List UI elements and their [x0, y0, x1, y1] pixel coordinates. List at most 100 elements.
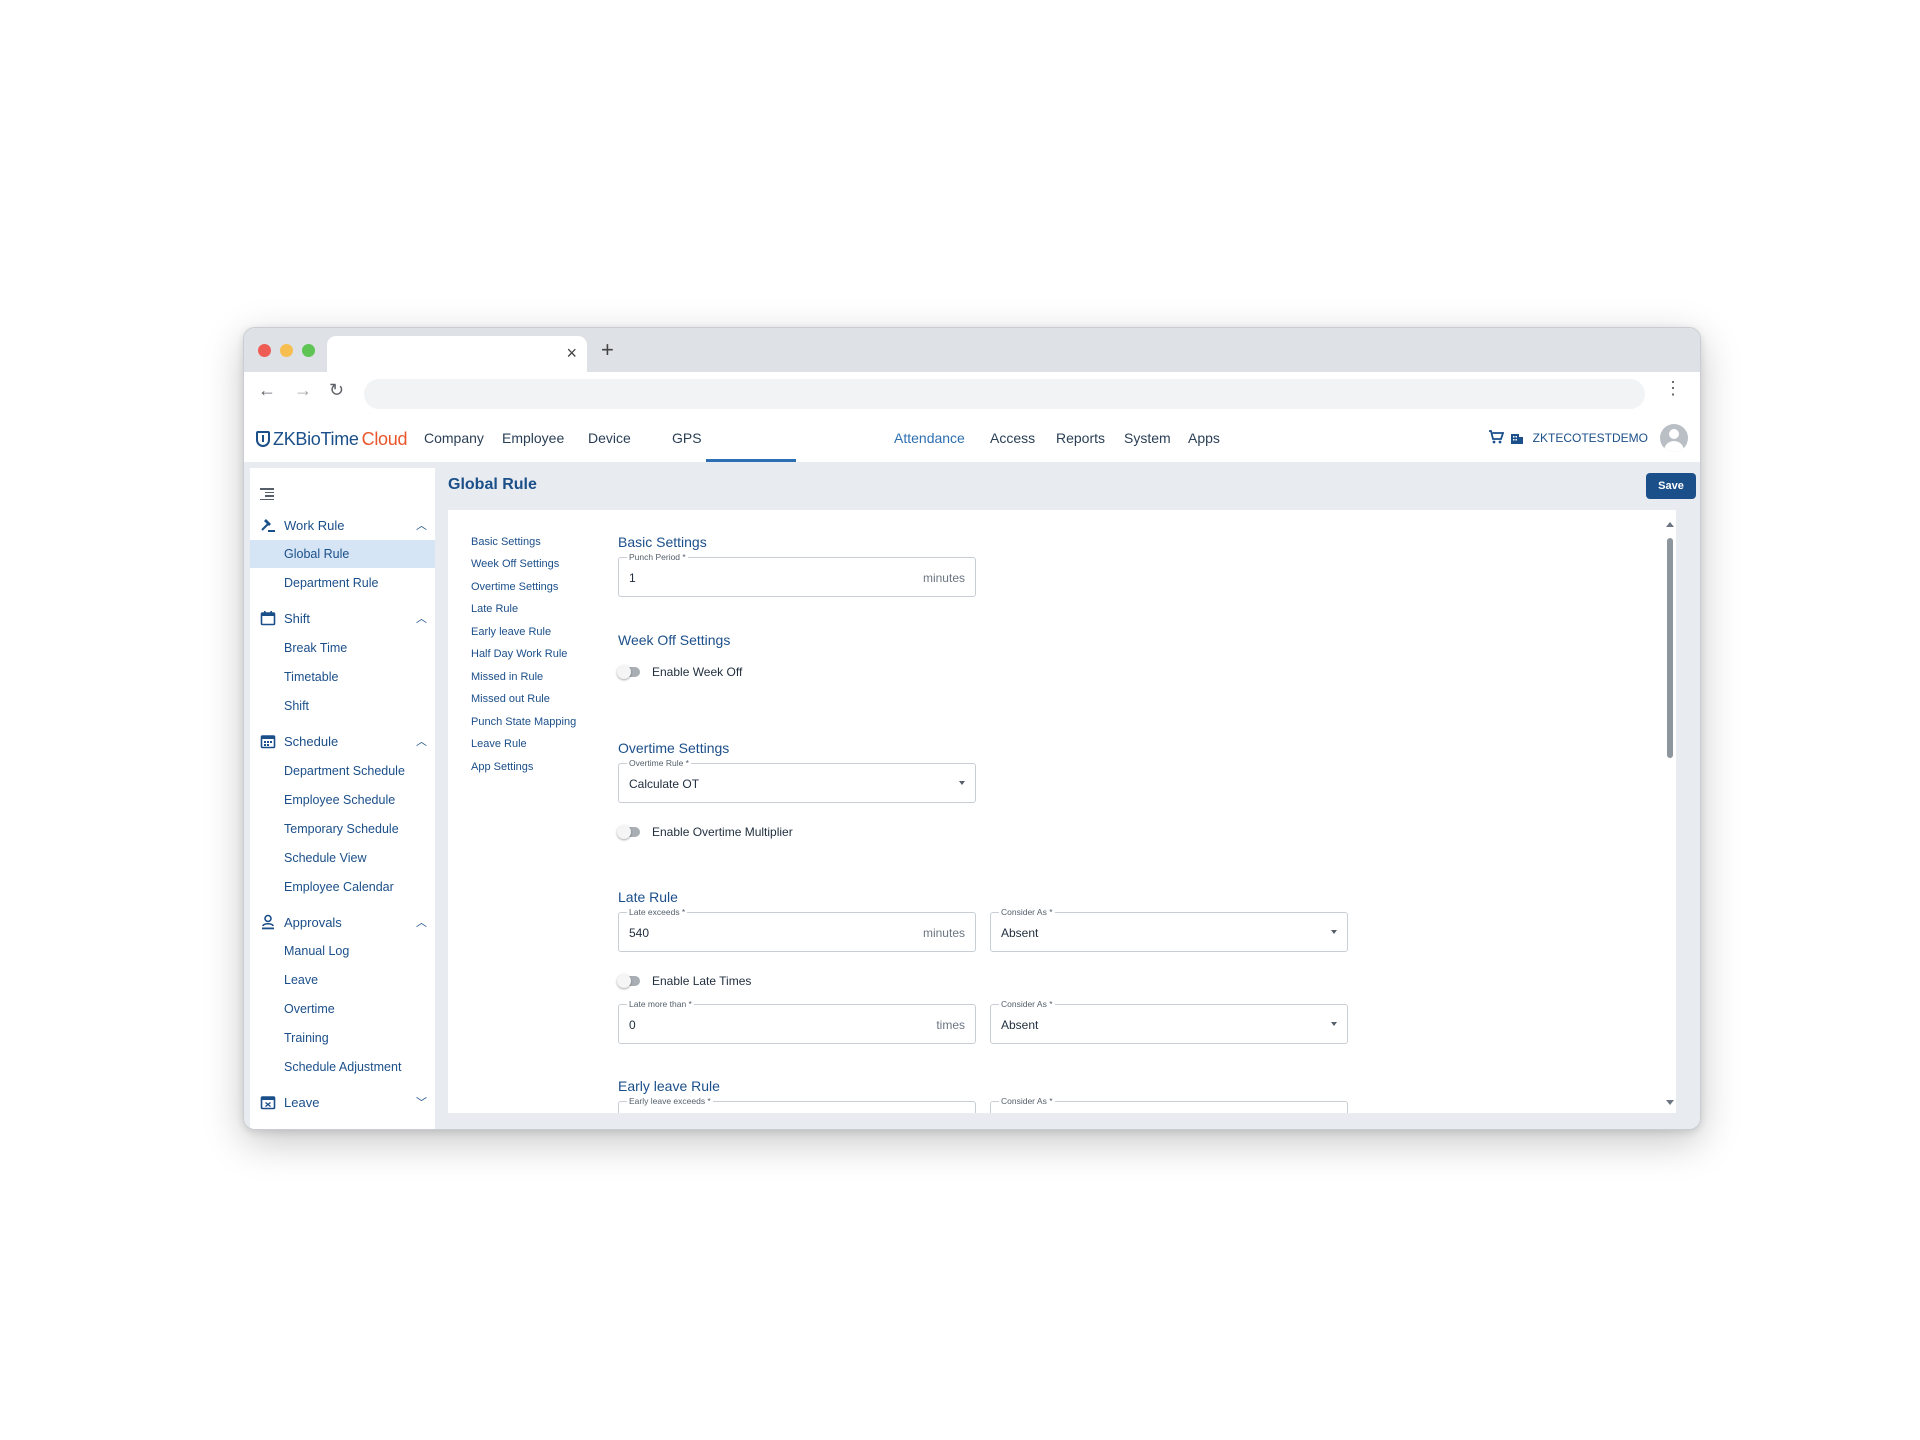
sidebar-item-label: Global Rule	[284, 547, 350, 561]
early-leave-consider-as-select[interactable]: Consider As *	[990, 1096, 1348, 1113]
nav-device[interactable]: Device	[588, 430, 631, 446]
save-button[interactable]: Save	[1646, 473, 1696, 499]
company-name[interactable]: ZKTECOTESTDEMO	[1533, 431, 1648, 445]
forward-icon[interactable]: →	[294, 380, 312, 401]
enable-late-times-toggle[interactable]: Enable Late Times	[617, 973, 818, 989]
nav-attendance[interactable]: Attendance	[894, 430, 965, 446]
field-label: Early leave exceeds *	[627, 1096, 713, 1106]
nav-access[interactable]: Access	[990, 430, 1035, 446]
early-leave-exceeds-field[interactable]: Early leave exceeds *	[618, 1096, 976, 1113]
browser-tab[interactable]: ×	[327, 336, 587, 372]
minimize-window-button[interactable]	[280, 344, 293, 357]
late-exceeds-field[interactable]: Late exceeds * 540 minutes	[618, 907, 976, 952]
sidebar-group-label: Leave	[284, 1095, 320, 1110]
late-more-than-field[interactable]: Late more than * 0 times	[618, 999, 976, 1044]
field-unit: minutes	[922, 926, 965, 940]
sidebar-item-overtime[interactable]: Overtime	[250, 995, 435, 1023]
gavel-icon	[261, 519, 275, 532]
field-label: Late more than *	[627, 999, 694, 1009]
cart-icon[interactable]	[1488, 429, 1504, 445]
anchor-week-off-settings[interactable]: Week Off Settings	[471, 558, 559, 570]
toggle-switch[interactable]	[617, 825, 640, 839]
late-consider-as-select[interactable]: Consider As * Absent	[990, 907, 1348, 952]
new-tab-icon[interactable]: +	[601, 337, 614, 363]
close-tab-icon[interactable]: ×	[566, 343, 577, 363]
app-header: ZKBioTime Cloud Company Employee Device …	[244, 414, 1700, 463]
sidebar-item-schedule-view[interactable]: Schedule View	[250, 844, 435, 872]
app-logo[interactable]: ZKBioTime Cloud	[256, 427, 407, 451]
sidebar-group-leave[interactable]: Leave ﹀	[250, 1088, 435, 1116]
anchor-half-day-work-rule[interactable]: Half Day Work Rule	[471, 648, 567, 660]
nav-gps[interactable]: GPS	[672, 430, 702, 446]
scroll-up-icon[interactable]	[1666, 522, 1674, 527]
sidebar-item-label: Schedule View	[284, 851, 367, 865]
chevron-down-icon: ﹀	[416, 1097, 427, 1109]
sidebar-group-approvals[interactable]: Approvals ︿	[250, 908, 435, 936]
shield-logo-icon	[256, 431, 270, 447]
address-bar[interactable]	[364, 379, 1645, 409]
reload-icon[interactable]: ↻	[329, 380, 344, 401]
nav-system[interactable]: System	[1124, 430, 1171, 446]
nav-employee[interactable]: Employee	[502, 430, 564, 446]
enable-overtime-multiplier-toggle[interactable]: Enable Overtime Multiplier	[617, 824, 838, 840]
sidebar-group-work-rule[interactable]: Work Rule ︿	[250, 511, 435, 539]
anchor-late-rule[interactable]: Late Rule	[471, 603, 518, 615]
user-avatar[interactable]	[1660, 424, 1688, 452]
toggle-switch[interactable]	[617, 974, 640, 988]
close-window-button[interactable]	[258, 344, 271, 357]
nav-reports[interactable]: Reports	[1056, 430, 1105, 446]
late-times-consider-as-select[interactable]: Consider As * Absent	[990, 999, 1348, 1044]
anchor-missed-in-rule[interactable]: Missed in Rule	[471, 671, 543, 683]
anchor-basic-settings[interactable]: Basic Settings	[471, 536, 541, 548]
sidebar-item-schedule-adjustment[interactable]: Schedule Adjustment	[250, 1053, 435, 1081]
sidebar-item-leave[interactable]: Leave	[250, 966, 435, 994]
toggle-switch[interactable]	[617, 665, 640, 679]
nav-apps[interactable]: Apps	[1188, 430, 1220, 446]
content-scrollbar[interactable]	[1664, 522, 1676, 1105]
nav-company[interactable]: Company	[424, 430, 484, 446]
browser-menu-icon[interactable]: ⋮	[1664, 378, 1682, 399]
sidebar-item-label: Department Schedule	[284, 764, 405, 778]
anchor-leave-rule[interactable]: Leave Rule	[471, 738, 527, 750]
scroll-down-icon[interactable]	[1666, 1100, 1674, 1105]
sidebar-item-global-rule[interactable]: Global Rule	[250, 540, 435, 568]
sidebar-item-shift[interactable]: Shift	[250, 692, 435, 720]
sidebar-item-label: Overtime	[284, 1002, 335, 1016]
sidebar-item-training[interactable]: Training	[250, 1024, 435, 1052]
field-value: Absent	[1001, 1018, 1039, 1032]
sidebar-item-employee-calendar[interactable]: Employee Calendar	[250, 873, 435, 901]
overtime-rule-select[interactable]: Overtime Rule * Calculate OT	[618, 758, 976, 803]
sidebar-item-department-schedule[interactable]: Department Schedule	[250, 757, 435, 785]
sidebar-item-temporary-schedule[interactable]: Temporary Schedule	[250, 815, 435, 843]
anchor-overtime-settings[interactable]: Overtime Settings	[471, 581, 558, 593]
sidebar-item-break-time[interactable]: Break Time	[250, 634, 435, 662]
field-label: Consider As *	[999, 907, 1055, 917]
sidebar-group-label: Schedule	[284, 734, 339, 749]
chevron-up-icon: ︿	[416, 917, 427, 929]
anchor-missed-out-rule[interactable]: Missed out Rule	[471, 693, 550, 705]
anchor-punch-state-mapping[interactable]: Punch State Mapping	[471, 716, 576, 728]
sidebar-group-shift[interactable]: Shift ︿	[250, 604, 435, 632]
chevron-up-icon: ︿	[416, 613, 427, 625]
punch-period-field[interactable]: Punch Period * 1 minutes	[618, 552, 976, 597]
anchor-early-leave-rule[interactable]: Early leave Rule	[471, 626, 551, 638]
enable-week-off-toggle[interactable]: Enable Week Off	[617, 664, 818, 680]
collapse-sidebar-icon[interactable]	[260, 488, 274, 500]
sidebar-group-schedule[interactable]: Schedule ︿	[250, 727, 435, 755]
sidebar-item-department-rule[interactable]: Department Rule	[250, 569, 435, 597]
scrollbar-thumb[interactable]	[1667, 538, 1673, 758]
person-stamp-icon	[262, 914, 274, 930]
calendar-grid-icon	[260, 735, 276, 749]
company-icon	[1511, 434, 1523, 444]
toggle-label: Enable Overtime Multiplier	[652, 825, 793, 839]
sidebar-item-employee-schedule[interactable]: Employee Schedule	[250, 786, 435, 814]
sidebar-item-manual-log[interactable]: Manual Log	[250, 937, 435, 965]
maximize-window-button[interactable]	[302, 344, 315, 357]
field-value: 0	[629, 1018, 636, 1032]
anchor-app-settings[interactable]: App Settings	[471, 761, 533, 773]
field-value: 540	[629, 926, 650, 940]
section-title-basic-settings: Basic Settings	[618, 534, 707, 550]
sidebar-item-label: Employee Calendar	[284, 880, 394, 894]
sidebar-item-timetable[interactable]: Timetable	[250, 663, 435, 691]
back-icon[interactable]: ←	[258, 380, 276, 401]
